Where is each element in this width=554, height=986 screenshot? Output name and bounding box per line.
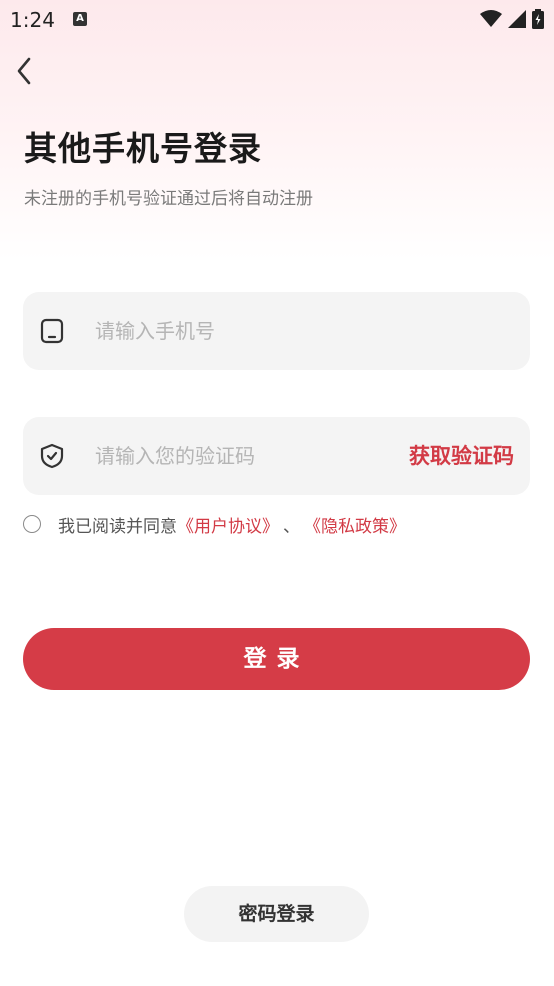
phone-input[interactable]: [95, 292, 515, 370]
back-button[interactable]: [10, 56, 38, 86]
notification-a-icon: A: [73, 12, 87, 26]
battery-icon: [532, 9, 544, 29]
shield-check-icon: [40, 443, 64, 469]
phone-field: [23, 292, 530, 370]
signal-icon: [508, 10, 526, 28]
status-icons: [480, 9, 544, 29]
agreement-prefix: 我已阅读并同意: [58, 516, 177, 537]
status-time: 1:24: [10, 8, 55, 32]
chevron-left-icon: [17, 57, 31, 85]
login-button[interactable]: 登录: [23, 628, 530, 690]
user-agreement-link[interactable]: 《用户协议》: [177, 512, 279, 537]
code-field: 获取验证码: [23, 417, 530, 495]
status-bar: 1:24 A: [0, 0, 554, 40]
agreement-radio[interactable]: [23, 515, 41, 533]
agreement-separator: 、: [283, 516, 300, 537]
get-code-button[interactable]: 获取验证码: [409, 417, 514, 495]
phone-icon: [40, 318, 64, 344]
wifi-icon: [480, 10, 502, 27]
page-title: 其他手机号登录: [24, 129, 262, 168]
page-subtitle: 未注册的手机号验证通过后将自动注册: [24, 189, 313, 209]
privacy-policy-link[interactable]: 《隐私政策》: [304, 512, 406, 537]
code-input[interactable]: [95, 417, 395, 495]
agreement-row: 我已阅读并同意 《用户协议》 、 《隐私政策》: [23, 511, 406, 537]
password-login-button[interactable]: 密码登录: [184, 886, 369, 942]
